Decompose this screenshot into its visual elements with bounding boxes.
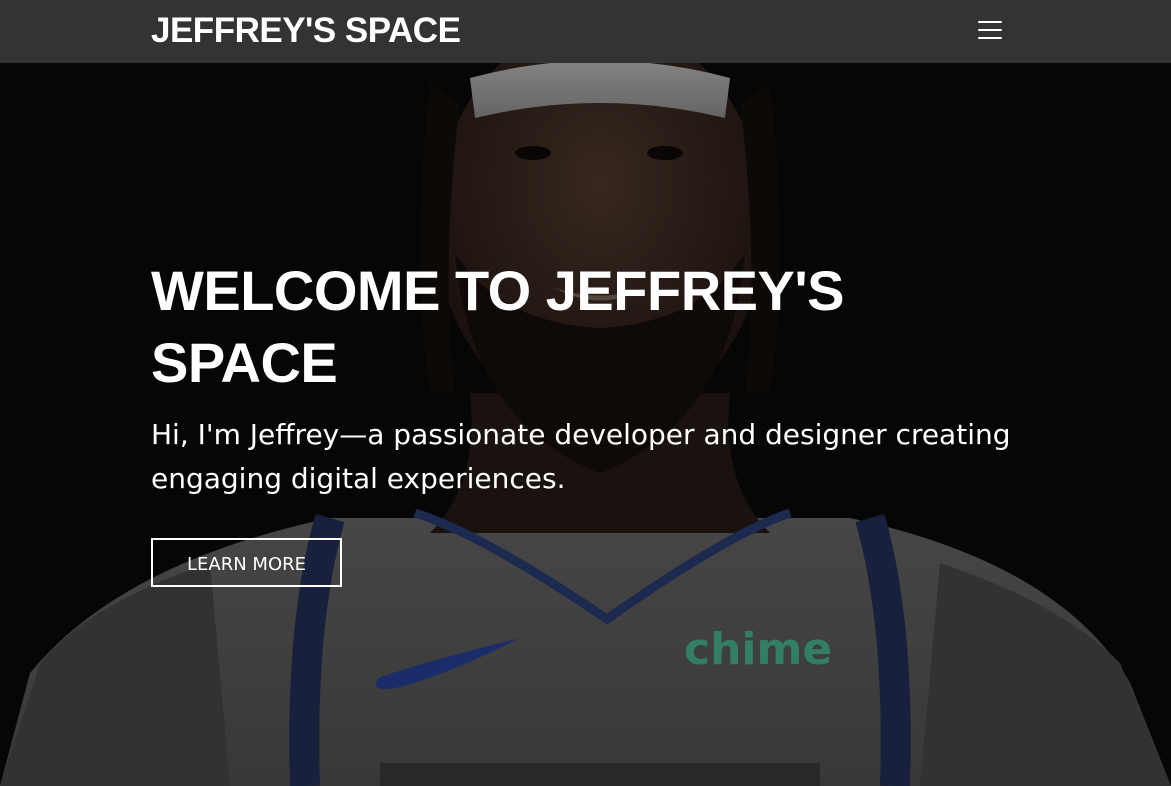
navbar: JEFFREY'S SPACE <box>0 0 1171 63</box>
hero-title: WELCOME TO JEFFREY'S SPACE <box>151 259 845 394</box>
hamburger-menu-icon[interactable] <box>974 16 1006 46</box>
hero-section: WELCOME TO JEFFREY'S SPACE Hi, I'm Jeffr… <box>0 63 1171 786</box>
brand-logo-link[interactable]: JEFFREY'S SPACE <box>151 10 461 52</box>
hero-subtitle: Hi, I'm Jeffrey—a passionate developer a… <box>151 418 1011 495</box>
jersey-sponsor-logo: chime <box>684 624 833 675</box>
learn-more-button[interactable]: LEARN MORE <box>151 538 342 587</box>
